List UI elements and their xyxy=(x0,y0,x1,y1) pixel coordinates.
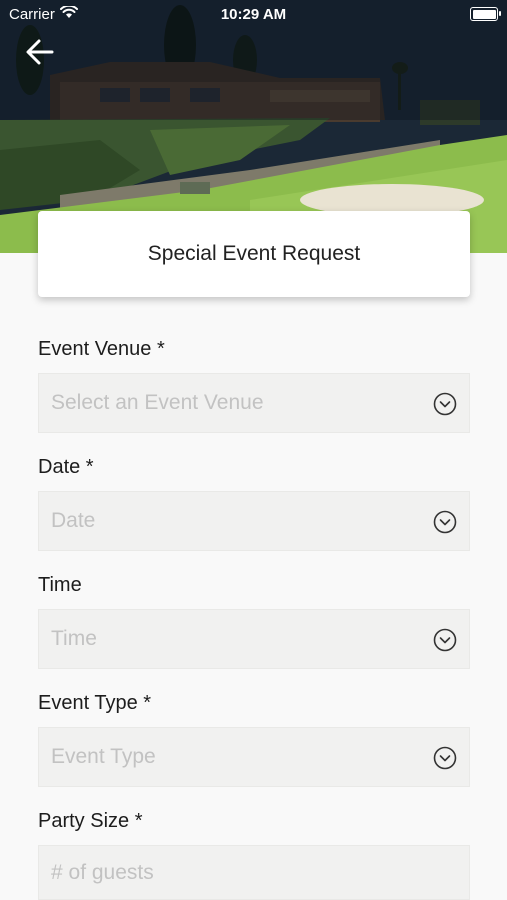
event-venue-placeholder: Select an Event Venue xyxy=(51,391,264,414)
event-venue-label: Event Venue * xyxy=(38,338,165,360)
status-time: 10:29 AM xyxy=(220,6,287,23)
party-size-placeholder: # of guests xyxy=(51,860,154,884)
chevron-down-circle-icon xyxy=(433,392,457,416)
chevron-down-circle-icon xyxy=(433,746,457,770)
time-select[interactable]: Time xyxy=(38,609,470,669)
back-button[interactable] xyxy=(24,36,56,68)
event-type-select[interactable]: Event Type xyxy=(38,727,470,787)
event-type-placeholder: Event Type xyxy=(51,745,156,768)
page-title-card: Special Event Request xyxy=(38,211,470,297)
party-size-input[interactable]: # of guests xyxy=(38,845,470,900)
page-title: Special Event Request xyxy=(147,242,361,265)
event-type-label: Event Type * xyxy=(38,692,152,714)
party-size-label: Party Size * xyxy=(38,810,143,832)
battery-icon xyxy=(470,7,501,21)
time-placeholder: Time xyxy=(51,627,97,650)
time-label: Time xyxy=(38,574,82,596)
event-venue-select[interactable]: Select an Event Venue xyxy=(38,373,470,433)
date-label: Date * xyxy=(38,456,94,478)
date-select[interactable]: Date xyxy=(38,491,470,551)
back-arrow-icon xyxy=(26,39,54,65)
chevron-down-circle-icon xyxy=(433,510,457,534)
status-bar: Carrier 10:29 AM xyxy=(0,0,507,28)
date-placeholder: Date xyxy=(51,509,96,532)
chevron-down-circle-icon xyxy=(433,628,457,652)
